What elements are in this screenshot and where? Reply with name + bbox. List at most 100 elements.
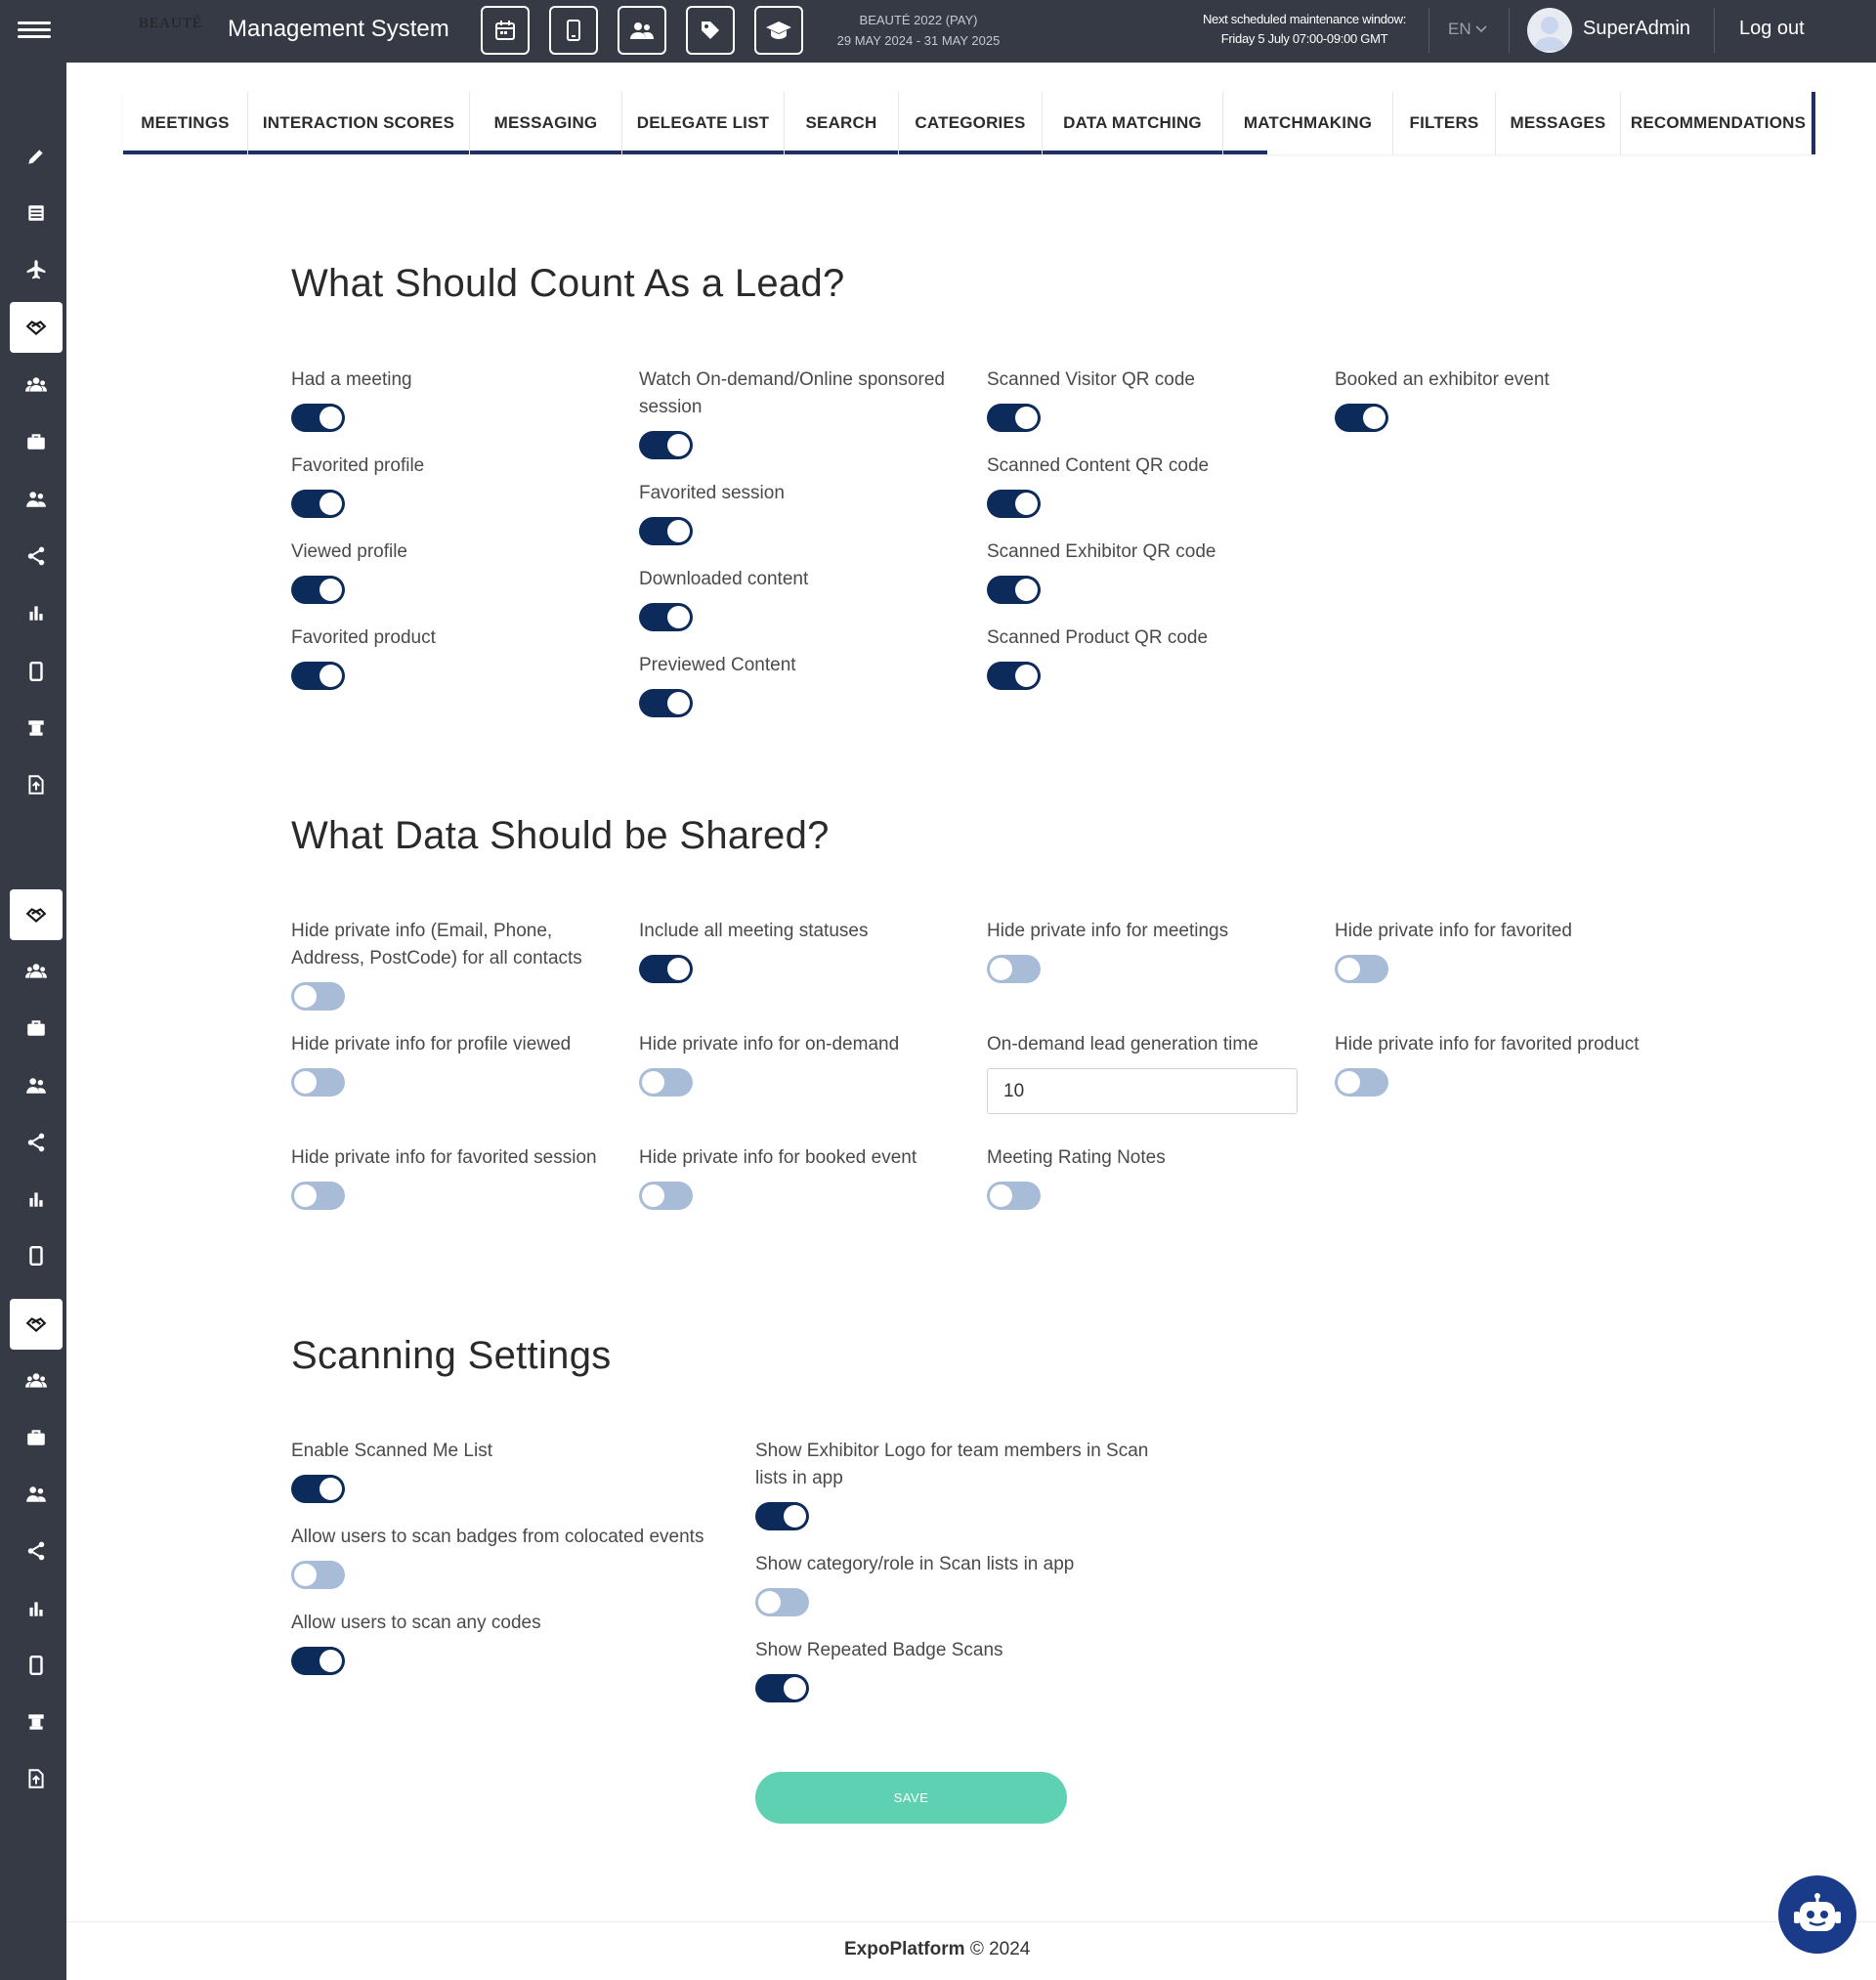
booth-icon: [28, 1714, 44, 1730]
list-icon: [28, 205, 44, 221]
pencil-icon: [28, 150, 43, 164]
sidebar-item[interactable]: [10, 1060, 63, 1111]
sidebar-item[interactable]: [10, 531, 63, 581]
sidebar-item[interactable]: [10, 1003, 63, 1054]
sidebar-item[interactable]: [10, 1526, 63, 1576]
sidebar-item[interactable]: [10, 1412, 63, 1463]
setting-toggle[interactable]: [755, 1674, 809, 1702]
setting-option: Enable Scanned Me List: [291, 1438, 741, 1503]
mobile-icon: [29, 1245, 43, 1267]
sidebar-item[interactable]: [10, 703, 63, 753]
tab-messages[interactable]: MESSAGES: [1496, 92, 1621, 154]
toggle-knob: [1338, 1071, 1360, 1094]
setting-toggle[interactable]: [1335, 955, 1388, 983]
toggle-knob: [294, 1071, 317, 1094]
sidebar-item[interactable]: [10, 360, 63, 410]
setting-toggle[interactable]: [639, 689, 693, 717]
save-button[interactable]: SAVE: [755, 1772, 1067, 1824]
sidebar-item[interactable]: [10, 1640, 63, 1691]
language-select[interactable]: EN: [1448, 20, 1487, 39]
setting-toggle[interactable]: [755, 1502, 809, 1530]
sidebar-item[interactable]: [10, 889, 63, 940]
sidebar-item[interactable]: [10, 1299, 63, 1350]
group-icon: [25, 964, 47, 978]
users-button[interactable]: [618, 6, 666, 55]
sidebar-item[interactable]: [10, 1583, 63, 1634]
calendar-button[interactable]: [481, 6, 530, 55]
tab-categories[interactable]: CATEGORIES: [899, 92, 1043, 154]
sidebar-item[interactable]: [10, 1117, 63, 1168]
tab-search[interactable]: SEARCH: [785, 92, 899, 154]
setting-toggle[interactable]: [291, 982, 345, 1011]
tab-matchmaking[interactable]: MATCHMAKING: [1223, 92, 1393, 154]
setting-toggle[interactable]: [291, 404, 345, 432]
sidebar-item[interactable]: [10, 416, 63, 467]
education-button[interactable]: [754, 6, 803, 55]
user-name[interactable]: SuperAdmin: [1583, 18, 1690, 40]
tab-recommendations[interactable]: RECOMMENDATIONS: [1621, 92, 1815, 154]
sidebar-item[interactable]: [10, 1230, 63, 1281]
tab-messaging[interactable]: MESSAGING: [470, 92, 622, 154]
setting-toggle[interactable]: [291, 1182, 345, 1210]
setting-toggle[interactable]: [291, 1561, 345, 1589]
setting-toggle[interactable]: [1335, 1068, 1388, 1097]
toggle-knob: [667, 692, 690, 714]
tab-interaction-scores[interactable]: INTERACTION SCORES: [248, 92, 470, 154]
sidebar-item[interactable]: [10, 474, 63, 525]
plane-icon: [26, 260, 46, 280]
setting-toggle[interactable]: [291, 662, 345, 690]
setting-toggle[interactable]: [639, 1068, 693, 1097]
sidebar-item[interactable]: [10, 1356, 63, 1406]
toggle-knob: [294, 985, 317, 1008]
setting-toggle[interactable]: [291, 576, 345, 604]
toggle-knob: [320, 1650, 342, 1672]
setting-toggle[interactable]: [987, 404, 1041, 432]
tab-delegate-list[interactable]: DELEGATE LIST: [622, 92, 785, 154]
avatar[interactable]: [1527, 8, 1572, 53]
setting-toggle[interactable]: [987, 1182, 1041, 1210]
setting-toggle[interactable]: [755, 1588, 809, 1616]
setting-toggle[interactable]: [987, 662, 1041, 690]
chatbot-button[interactable]: [1778, 1875, 1856, 1954]
setting-toggle[interactable]: [639, 955, 693, 983]
logout-link[interactable]: Log out: [1739, 18, 1805, 40]
lead-generation-time-input[interactable]: [987, 1068, 1298, 1114]
group-icon: [25, 1373, 47, 1388]
setting-toggle[interactable]: [987, 576, 1041, 604]
menu-icon[interactable]: [18, 18, 51, 45]
divider: [1428, 8, 1429, 53]
setting-toggle[interactable]: [639, 1182, 693, 1210]
setting-toggle[interactable]: [1335, 404, 1388, 432]
setting-toggle[interactable]: [639, 431, 693, 459]
maintenance-info: Next scheduled maintenance window: Frida…: [1192, 10, 1417, 49]
sidebar-item[interactable]: [10, 759, 63, 810]
sidebar-item[interactable]: [10, 1697, 63, 1747]
setting-toggle[interactable]: [291, 490, 345, 518]
sidebar-item[interactable]: [10, 244, 63, 295]
tab-meetings[interactable]: MEETINGS: [123, 92, 248, 154]
sidebar-item[interactable]: [10, 188, 63, 238]
maintenance-time: Friday 5 July 07:00-09:00 GMT: [1220, 31, 1388, 46]
sidebar-item[interactable]: [10, 946, 63, 997]
tags-button[interactable]: [686, 6, 735, 55]
sidebar-item[interactable]: [10, 1469, 63, 1520]
tab-filters[interactable]: FILTERS: [1393, 92, 1496, 154]
sidebar-item[interactable]: [10, 1174, 63, 1225]
setting-toggle[interactable]: [291, 1647, 345, 1675]
setting-toggle[interactable]: [987, 955, 1041, 983]
mobile-app-button[interactable]: [549, 6, 598, 55]
setting-label: Had a meeting: [291, 369, 412, 390]
sidebar-item[interactable]: [10, 646, 63, 697]
setting-toggle[interactable]: [639, 517, 693, 545]
tab-data-matching[interactable]: DATA MATCHING: [1043, 92, 1223, 154]
setting-toggle[interactable]: [987, 490, 1041, 518]
setting-toggle[interactable]: [639, 603, 693, 631]
setting-toggle[interactable]: [291, 1068, 345, 1097]
sidebar-item[interactable]: [10, 587, 63, 638]
setting-toggle[interactable]: [291, 1475, 345, 1503]
people-icon: [26, 1486, 46, 1502]
sidebar-item[interactable]: [10, 131, 63, 182]
sidebar-item[interactable]: [10, 302, 63, 353]
toggle-knob: [320, 665, 342, 687]
sidebar-item[interactable]: [10, 1753, 63, 1804]
